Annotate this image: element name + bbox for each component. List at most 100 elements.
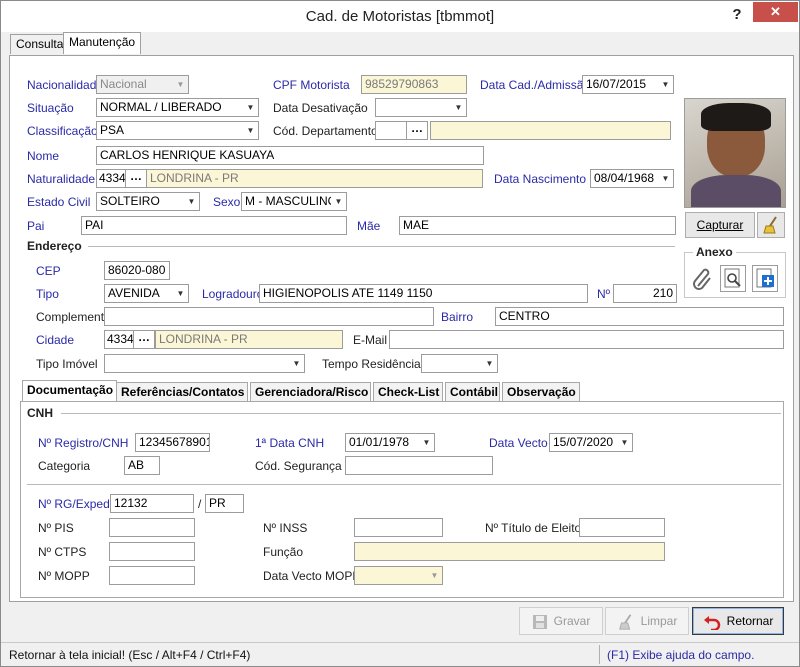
data-vecto-mopp-label: Data Vecto MOPP	[263, 569, 361, 583]
chevron-down-icon: ▼	[451, 99, 466, 116]
data-cad-picker[interactable]: 16/07/2015 ▼	[582, 75, 674, 94]
add-attachment-button[interactable]	[752, 265, 778, 292]
titulo-eleitor-field[interactable]	[579, 518, 665, 537]
tab-manutencao[interactable]: Manutenção	[63, 32, 142, 54]
tempo-residencia-select[interactable]: ▼	[421, 354, 498, 373]
naturalidade-city: LONDRINA - PR	[146, 169, 483, 188]
classificacao-select[interactable]: PSA ▼	[96, 121, 259, 140]
broom-icon	[763, 216, 777, 234]
return-arrow-icon	[703, 615, 720, 632]
categoria-field[interactable]: AB	[124, 456, 160, 475]
close-button[interactable]: ✕	[753, 2, 798, 22]
rg-uf-field[interactable]: PR	[205, 494, 244, 513]
estado-civil-label: Estado Civil	[27, 195, 91, 209]
cidade-lookup-button[interactable]: …	[133, 330, 155, 349]
mopp-label: Nº MOPP	[38, 569, 90, 583]
magnifier-document-icon	[724, 268, 741, 288]
data-vecto-picker[interactable]: 15/07/2020 ▼	[549, 433, 633, 452]
complemento-field[interactable]	[104, 307, 434, 326]
data-nascimento-label: Data Nascimento	[494, 172, 587, 186]
window-title: Cad. de Motoristas [tbmmot]	[305, 8, 495, 25]
chevron-down-icon: ▼	[482, 355, 497, 372]
chevron-down-icon: ▼	[658, 76, 673, 93]
estado-civil-select[interactable]: SOLTEIRO ▼	[96, 192, 200, 211]
inss-field[interactable]	[354, 518, 443, 537]
attach-button[interactable]	[690, 266, 716, 292]
tipo-select[interactable]: AVENIDA ▼	[104, 284, 189, 303]
cpf-field[interactable]: 98529790863	[361, 75, 467, 94]
primeira-cnh-picker[interactable]: 01/01/1978 ▼	[345, 433, 435, 452]
ctps-field[interactable]	[109, 542, 195, 561]
broom-icon	[618, 614, 631, 630]
logradouro-label: Logradouro	[202, 287, 264, 301]
bairro-field[interactable]: CENTRO	[495, 307, 784, 326]
mae-field[interactable]: MAE	[399, 216, 676, 235]
cidade-name: LONDRINA - PR	[155, 330, 343, 349]
titulo-eleitor-label: Nº Título de Eleitor	[485, 521, 586, 535]
email-label: E-Mail	[353, 333, 388, 347]
numero-field[interactable]: 210	[613, 284, 677, 303]
registro-cnh-field[interactable]: 12345678901	[135, 433, 210, 452]
cod-seguranca-field[interactable]	[345, 456, 493, 475]
pai-label: Pai	[27, 219, 45, 233]
situacao-label: Situação	[27, 101, 74, 115]
logradouro-field[interactable]: HIGIENOPOLIS ATE 1149 1150	[259, 284, 588, 303]
status-separator	[599, 645, 600, 664]
chevron-down-icon: ▼	[173, 285, 188, 302]
chevron-down-icon: ▼	[243, 122, 258, 139]
nome-label: Nome	[27, 149, 60, 163]
data-vecto-label: Data Vecto	[489, 436, 548, 450]
cidade-label: Cidade	[36, 333, 75, 347]
inss-label: Nº INSS	[263, 521, 308, 535]
tipo-imovel-label: Tipo Imóvel	[36, 357, 98, 371]
sexo-select[interactable]: M - MASCULINO ▼	[241, 192, 347, 211]
cidade-code-field[interactable]: 4334	[104, 330, 134, 349]
nome-field[interactable]: CARLOS HENRIQUE KASUAYA	[96, 146, 484, 165]
view-attachment-button[interactable]	[720, 265, 746, 292]
cep-label: CEP	[36, 264, 61, 278]
tipo-value: AVENIDA	[108, 286, 160, 300]
cod-departamento-field[interactable]	[375, 121, 407, 140]
gravar-button[interactable]: Gravar	[519, 607, 603, 635]
data-nascimento-picker[interactable]: 08/04/1968 ▼	[590, 169, 674, 188]
help-button[interactable]: ?	[726, 4, 748, 26]
naturalidade-code-field[interactable]: 4334	[96, 169, 126, 188]
rg-separator: /	[198, 497, 202, 511]
mopp-field[interactable]	[109, 566, 195, 585]
funcao-field[interactable]	[354, 542, 665, 561]
endereco-divider	[81, 246, 675, 247]
email-field[interactable]	[389, 330, 784, 349]
tab-contabil[interactable]: Contábil	[445, 382, 500, 402]
tab-consulta[interactable]: Consulta	[10, 34, 70, 54]
naturalidade-lookup-button[interactable]: …	[125, 169, 147, 188]
capture-button[interactable]: Capturar	[685, 212, 755, 238]
cod-seguranca-label: Cód. Segurança	[255, 459, 342, 473]
cep-field[interactable]: 86020-080	[104, 261, 170, 280]
tab-gerenciadora-risco[interactable]: Gerenciadora/Risco	[250, 382, 371, 402]
data-vecto-mopp-picker[interactable]: ▼	[354, 566, 443, 585]
rg-label: Nº RG/Exped.	[38, 497, 114, 511]
photo-hair	[701, 103, 771, 131]
cod-departamento-lookup-button[interactable]: …	[406, 121, 428, 140]
rg-field[interactable]: 12132	[110, 494, 194, 513]
clear-photo-button[interactable]	[757, 212, 785, 238]
pis-field[interactable]	[109, 518, 195, 537]
pai-field[interactable]: PAI	[81, 216, 347, 235]
retornar-label: Retornar	[726, 614, 774, 628]
nacionalidade-label: Nacionalidade	[27, 78, 104, 92]
nacionalidade-select[interactable]: Nacional ▼	[96, 75, 189, 94]
cnh-title: CNH	[27, 406, 59, 420]
primeira-cnh-label: 1ª Data CNH	[255, 436, 325, 450]
data-desativacao-label: Data Desativação	[273, 101, 368, 115]
tab-referencias-contatos[interactable]: Referências/Contatos	[116, 382, 248, 402]
tab-observacao[interactable]: Observação	[502, 382, 580, 402]
tipo-imovel-select[interactable]: ▼	[104, 354, 305, 373]
tab-documentacao[interactable]: Documentação	[22, 380, 117, 402]
retornar-button[interactable]: Retornar	[692, 607, 784, 635]
data-desativacao-picker[interactable]: ▼	[375, 98, 467, 117]
limpar-button[interactable]: Limpar	[605, 607, 689, 635]
complemento-label: Complemento	[36, 310, 111, 324]
tab-check-list[interactable]: Check-List	[373, 382, 443, 402]
funcao-label: Função	[263, 545, 304, 559]
situacao-select[interactable]: NORMAL / LIBERADO ▼	[96, 98, 259, 117]
